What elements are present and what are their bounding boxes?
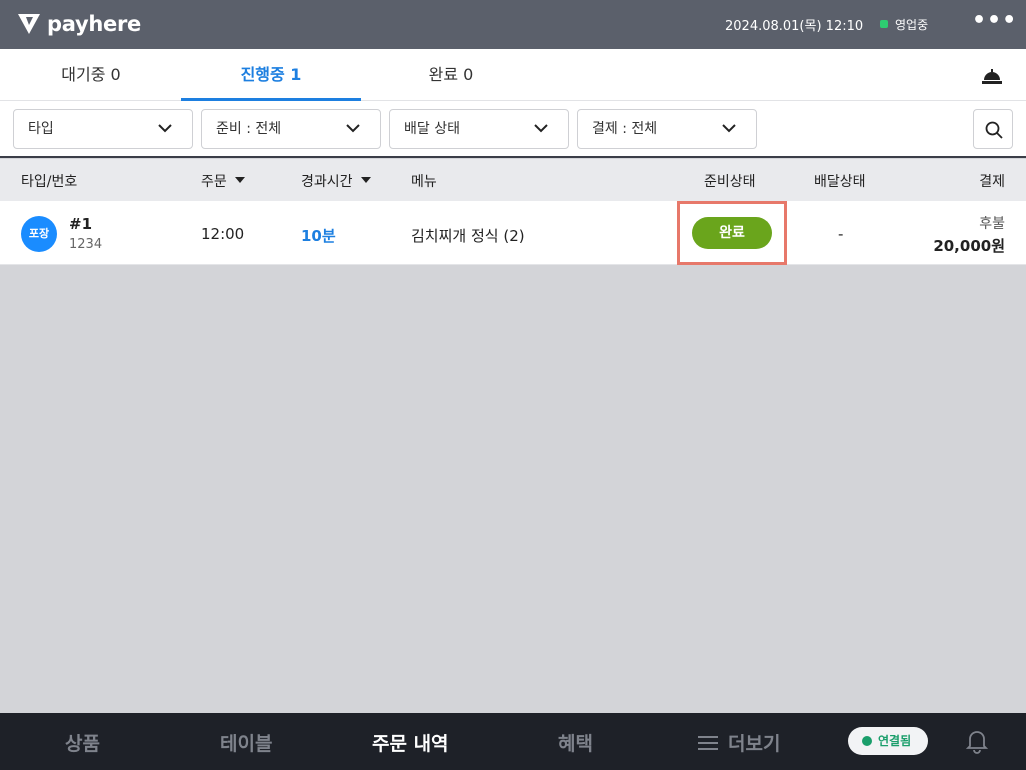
store-status: 영업중 xyxy=(895,18,929,32)
brand-name: payhere xyxy=(47,12,141,36)
header-delivery: 배달상태 xyxy=(814,174,866,190)
order-sub-number: 1234 xyxy=(69,237,103,252)
chevron-down-icon xyxy=(346,124,360,133)
type-badge: 포장 xyxy=(21,216,57,252)
filter-delivery-label: 배달 상태 xyxy=(404,121,460,137)
nav-orders[interactable]: 주문 내역 xyxy=(372,729,449,756)
filter-delivery[interactable]: 배달 상태 xyxy=(389,109,569,149)
filter-prep-label: 준비 : 전체 xyxy=(216,121,282,137)
tab-waiting[interactable]: 대기중 0 xyxy=(1,49,181,101)
bottom-nav: 상품 테이블 주문 내역 혜택 더보기 연결됨 xyxy=(0,713,1026,770)
tab-completed[interactable]: 완료 0 xyxy=(361,49,541,101)
header-prep: 준비상태 xyxy=(704,174,756,190)
header-order[interactable]: 주문 xyxy=(201,171,245,191)
filter-payment-label: 결제 : 전체 xyxy=(592,121,658,137)
chevron-down-icon xyxy=(534,124,548,133)
connection-status[interactable]: 연결됨 xyxy=(848,727,928,755)
header-menu: 메뉴 xyxy=(411,174,437,190)
order-time: 12:00 xyxy=(201,225,245,243)
status-dot-icon xyxy=(880,20,888,28)
payment-amount: 20,000원 xyxy=(933,237,1005,255)
header-type: 타입/번호 xyxy=(21,174,78,190)
filter-prep[interactable]: 준비 : 전체 xyxy=(201,109,381,149)
header-elapsed-label: 경과시간 xyxy=(301,174,353,190)
delivery-status: - xyxy=(838,225,844,243)
payhere-logo: payhere xyxy=(17,12,141,36)
table-header: 타입/번호 주문 경과시간 메뉴 준비상태 배달상태 결제 xyxy=(0,159,1026,201)
filter-bar: 타입 준비 : 전체 배달 상태 결제 : 전체 xyxy=(0,101,1026,158)
sort-down-icon xyxy=(234,177,245,183)
more-menu-icon[interactable]: ••• xyxy=(972,8,1017,33)
filter-payment[interactable]: 결제 : 전체 xyxy=(577,109,757,149)
header-order-label: 주문 xyxy=(201,174,227,190)
chevron-down-icon xyxy=(722,124,736,133)
service-bell-icon[interactable] xyxy=(982,66,1002,84)
prep-done-button[interactable]: 완료 xyxy=(692,217,772,249)
connection-label: 연결됨 xyxy=(878,734,912,748)
order-number: #1 xyxy=(69,215,93,233)
hamburger-icon xyxy=(698,735,718,750)
nav-more-label: 더보기 xyxy=(728,733,781,755)
table-row[interactable]: 포장 #1 1234 12:00 10분 김치찌개 정식 (2) 완료 - 후불… xyxy=(0,201,1026,265)
sort-down-icon xyxy=(360,177,371,183)
payhere-logo-icon xyxy=(18,14,40,34)
notification-bell-icon[interactable] xyxy=(966,728,988,754)
filter-type[interactable]: 타입 xyxy=(13,109,193,149)
elapsed-time: 10분 xyxy=(301,227,336,245)
nav-benefits[interactable]: 혜택 xyxy=(558,729,593,756)
nav-more[interactable]: 더보기 xyxy=(698,729,780,756)
nav-products[interactable]: 상품 xyxy=(65,729,100,756)
tab-in-progress[interactable]: 진행중 1 xyxy=(181,49,361,101)
top-bar: payhere 2024.08.01(목) 12:10 영업중 ••• xyxy=(0,0,1026,49)
filter-type-label: 타입 xyxy=(28,121,54,137)
header-elapsed[interactable]: 경과시간 xyxy=(301,171,371,191)
search-button[interactable] xyxy=(973,109,1013,149)
nav-tables[interactable]: 테이블 xyxy=(220,729,272,756)
menu-item: 김치찌개 정식 (2) xyxy=(411,227,525,245)
connection-dot-icon xyxy=(862,736,872,746)
datetime: 2024.08.01(목) 12:10 xyxy=(725,19,864,34)
payment-type: 후불 xyxy=(979,216,1005,232)
header-payment: 결제 xyxy=(979,174,1005,190)
chevron-down-icon xyxy=(158,124,172,133)
order-status-tabs: 대기중 0 진행중 1 완료 0 xyxy=(0,49,1026,101)
search-icon xyxy=(985,121,1003,139)
